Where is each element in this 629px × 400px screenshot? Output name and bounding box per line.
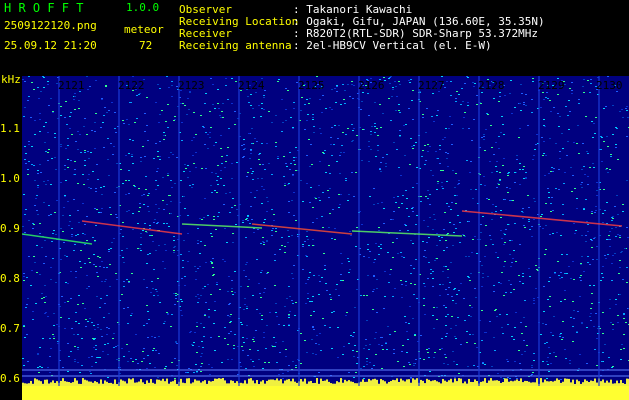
app-version: 1.0.0 bbox=[126, 1, 160, 14]
x-tick-label: 2128 bbox=[478, 79, 505, 92]
y-axis-unit: kHz bbox=[1, 73, 21, 86]
y-tick-label: 0.8 bbox=[0, 272, 20, 285]
y-tick-label: 1.0 bbox=[0, 172, 20, 185]
x-tick-label: 2125 bbox=[298, 79, 325, 92]
y-tick-label: 0.6 bbox=[0, 372, 20, 385]
app-name: H R O F F T bbox=[4, 1, 84, 15]
x-tick-label: 2127 bbox=[418, 79, 445, 92]
antenna-value: : 2el-HB9CV Vertical (el. E-W) bbox=[293, 39, 492, 52]
x-tick-label: 2129 bbox=[538, 79, 565, 92]
y-tick-label: 0.9 bbox=[0, 222, 20, 235]
header-panel: H R O F F T 1.0.0 2509122120.png meteor … bbox=[0, 0, 629, 86]
x-tick-label: 2130 bbox=[596, 79, 623, 92]
spectrogram-canvas bbox=[22, 76, 629, 400]
x-tick-label: 2122 bbox=[118, 79, 145, 92]
y-tick-label: 0.7 bbox=[0, 322, 20, 335]
datetime-label: 25.09.12 21:20 bbox=[4, 39, 97, 52]
meteor-label: meteor bbox=[124, 23, 164, 36]
meteor-count: 72 bbox=[139, 39, 153, 52]
filename-label: 2509122120.png bbox=[4, 19, 97, 32]
y-tick-label: 1.1 bbox=[0, 122, 20, 135]
x-tick-label: 2123 bbox=[178, 79, 205, 92]
spectrogram bbox=[22, 76, 629, 400]
x-tick-label: 2124 bbox=[238, 79, 265, 92]
x-tick-label: 2121 bbox=[58, 79, 85, 92]
antenna-label: Receiving antenna bbox=[179, 39, 292, 52]
x-tick-label: 2126 bbox=[358, 79, 385, 92]
